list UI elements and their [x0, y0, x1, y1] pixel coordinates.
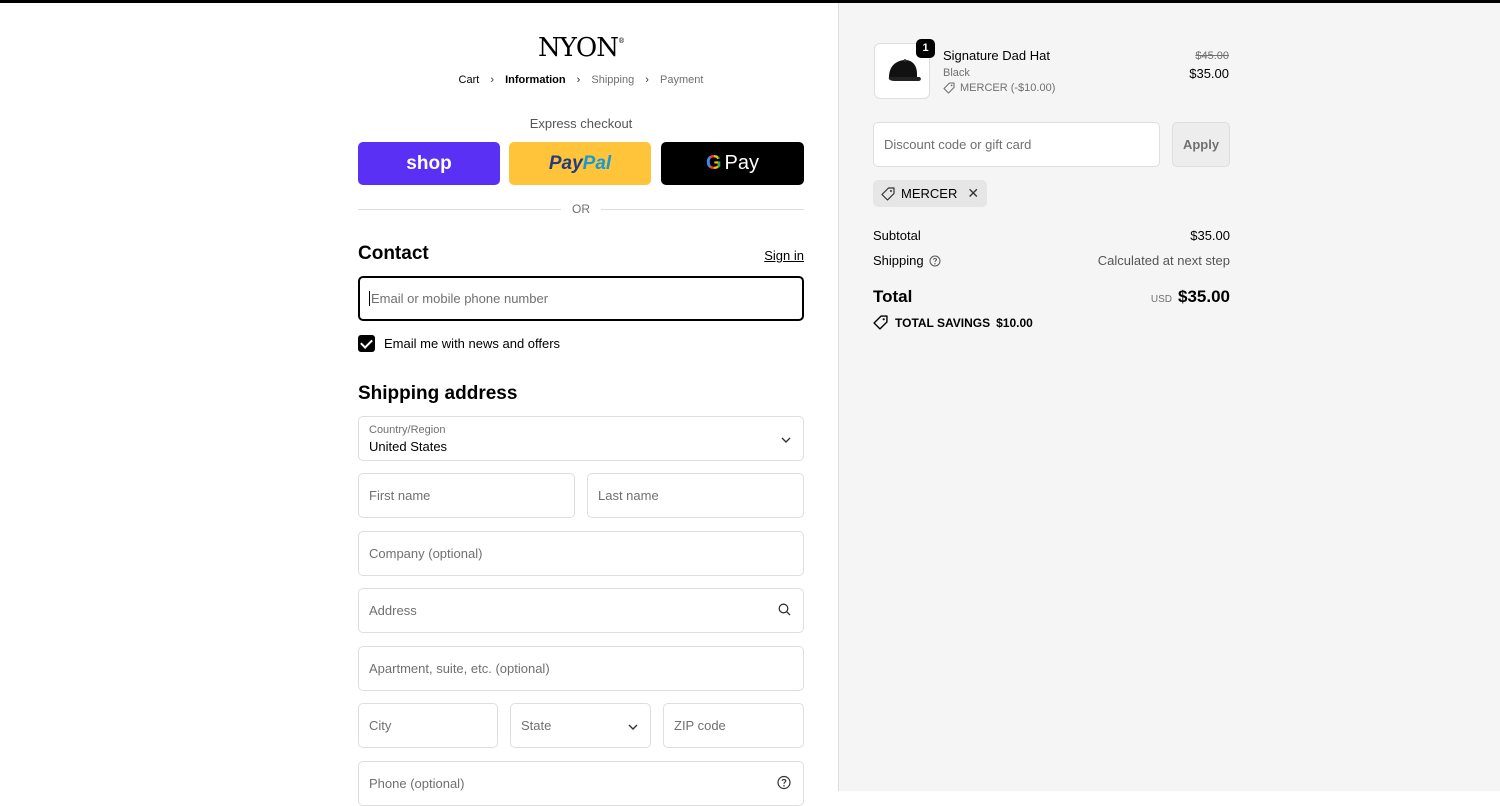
or-divider: OR [358, 202, 804, 216]
breadcrumb-payment: Payment [660, 74, 704, 86]
chevron-right-icon: › [645, 74, 649, 86]
google-g-icon: G [705, 152, 722, 174]
newsletter-label: Email me with news and offers [384, 336, 561, 351]
state-placeholder: State [521, 718, 552, 733]
breadcrumb-information: Information [505, 74, 566, 86]
zip-field[interactable]: ZIP code [663, 703, 804, 748]
email-field[interactable]: Email or mobile phone number [358, 276, 804, 321]
company-field[interactable]: Company (optional) [358, 531, 804, 576]
address-field[interactable]: Address [358, 588, 804, 633]
shop-pay-button[interactable]: shop [358, 142, 500, 185]
newsletter-checkbox[interactable] [358, 335, 375, 352]
product-discount-label: MERCER (-$10.00) [960, 82, 1056, 94]
paypal-label-pay: Pay [548, 152, 583, 174]
email-placeholder: Email or mobile phone number [371, 291, 549, 306]
brand-logo[interactable]: NYON® [358, 33, 804, 63]
newsletter-checkbox-row[interactable]: Email me with news and offers [358, 335, 560, 352]
chevron-right-icon: › [490, 74, 495, 86]
company-placeholder: Company (optional) [369, 546, 483, 561]
last-name-field[interactable]: Last name [587, 473, 804, 518]
chevron-down-icon [628, 719, 638, 733]
help-icon[interactable] [929, 255, 941, 267]
apartment-field[interactable]: Apartment, suite, etc. (optional) [358, 646, 804, 691]
or-label: OR [572, 202, 590, 216]
contact-heading: Contact [358, 243, 429, 264]
breadcrumb-shipping: Shipping [591, 74, 635, 86]
paypal-button[interactable]: Pay Pal [509, 142, 651, 185]
last-name-placeholder: Last name [598, 488, 659, 503]
text-cursor [369, 291, 370, 306]
discount-code-input[interactable]: Discount code or gift card [873, 122, 1160, 167]
paypal-label-pal: Pal [582, 152, 612, 174]
original-price: $45.00 [1195, 50, 1229, 62]
state-select[interactable]: State [510, 703, 651, 748]
city-field[interactable]: City [358, 703, 498, 748]
total-row: Total USD $35.00 [873, 287, 1230, 307]
tag-icon [943, 82, 955, 94]
phone-field[interactable]: Phone (optional) [358, 761, 804, 806]
tag-icon [873, 315, 888, 330]
shipping-address-heading: Shipping address [358, 383, 518, 404]
apply-button[interactable]: Apply [1172, 122, 1230, 167]
city-placeholder: City [369, 718, 392, 733]
apartment-placeholder: Apartment, suite, etc. (optional) [369, 661, 550, 676]
applied-discount-chip: MERCER ✕ [873, 180, 988, 207]
item-price: $35.00 [1189, 66, 1229, 81]
checkout-main: NYON® Cart › Information › Shipping › Pa… [0, 3, 838, 806]
first-name-placeholder: First name [369, 488, 431, 503]
search-icon [778, 603, 791, 619]
breadcrumb-cart[interactable]: Cart [459, 74, 480, 86]
checkout-column: NYON® Cart › Information › Shipping › Pa… [358, 3, 804, 806]
close-icon[interactable]: ✕ [967, 185, 979, 202]
product-discount: MERCER (-$10.00) [943, 82, 1055, 94]
total-value: $35.00 [1178, 287, 1230, 306]
trademark-symbol: ® [617, 37, 625, 45]
currency-code: USD [1150, 294, 1172, 305]
subtotal-label: Subtotal [873, 228, 921, 243]
product-variant: Black [943, 67, 970, 79]
shipping-value: Calculated at next step [1097, 253, 1230, 268]
total-amount: USD $35.00 [1151, 287, 1230, 307]
country-select[interactable]: Country/Region United States [358, 416, 804, 461]
tag-icon [881, 186, 895, 201]
sign-in-link[interactable]: Sign in [764, 248, 804, 263]
address-placeholder: Address [369, 603, 417, 618]
google-pay-button[interactable]: G Pay [661, 142, 804, 185]
quantity-badge: 1 [916, 39, 935, 58]
express-checkout-title: Express checkout [529, 116, 633, 131]
help-icon[interactable] [777, 775, 791, 792]
google-pay-label: Pay [724, 152, 760, 174]
phone-placeholder: Phone (optional) [369, 776, 465, 791]
total-savings: TOTAL SAVINGS $10.00 [873, 315, 1033, 330]
shipping-label-group: Shipping [873, 253, 941, 268]
savings-value: $10.00 [996, 315, 1033, 330]
zip-placeholder: ZIP code [674, 718, 726, 733]
shop-pay-label: shop [406, 152, 452, 174]
shipping-label: Shipping [873, 253, 924, 268]
subtotal-row: Subtotal $35.00 [873, 228, 1230, 243]
shipping-row: Shipping Calculated at next step [873, 253, 1230, 268]
chevron-right-icon: › [576, 74, 581, 86]
first-name-field[interactable]: First name [358, 473, 575, 518]
brand-logo-text: NYON [538, 33, 619, 63]
total-label: Total [873, 287, 913, 306]
chevron-down-icon [781, 432, 791, 446]
country-label: Country/Region [369, 424, 446, 436]
country-value: United States [369, 439, 448, 454]
breadcrumb: Cart › Information › Shipping › Payment [358, 74, 804, 86]
order-summary: 1 Signature Dad Hat Black MERCER (-$10.0… [838, 3, 1500, 791]
discount-placeholder: Discount code or gift card [884, 137, 1032, 152]
product-name: Signature Dad Hat [943, 48, 1050, 63]
applied-code: MERCER [901, 186, 958, 201]
subtotal-value: $35.00 [1190, 228, 1230, 243]
savings-label: TOTAL SAVINGS [895, 315, 991, 330]
